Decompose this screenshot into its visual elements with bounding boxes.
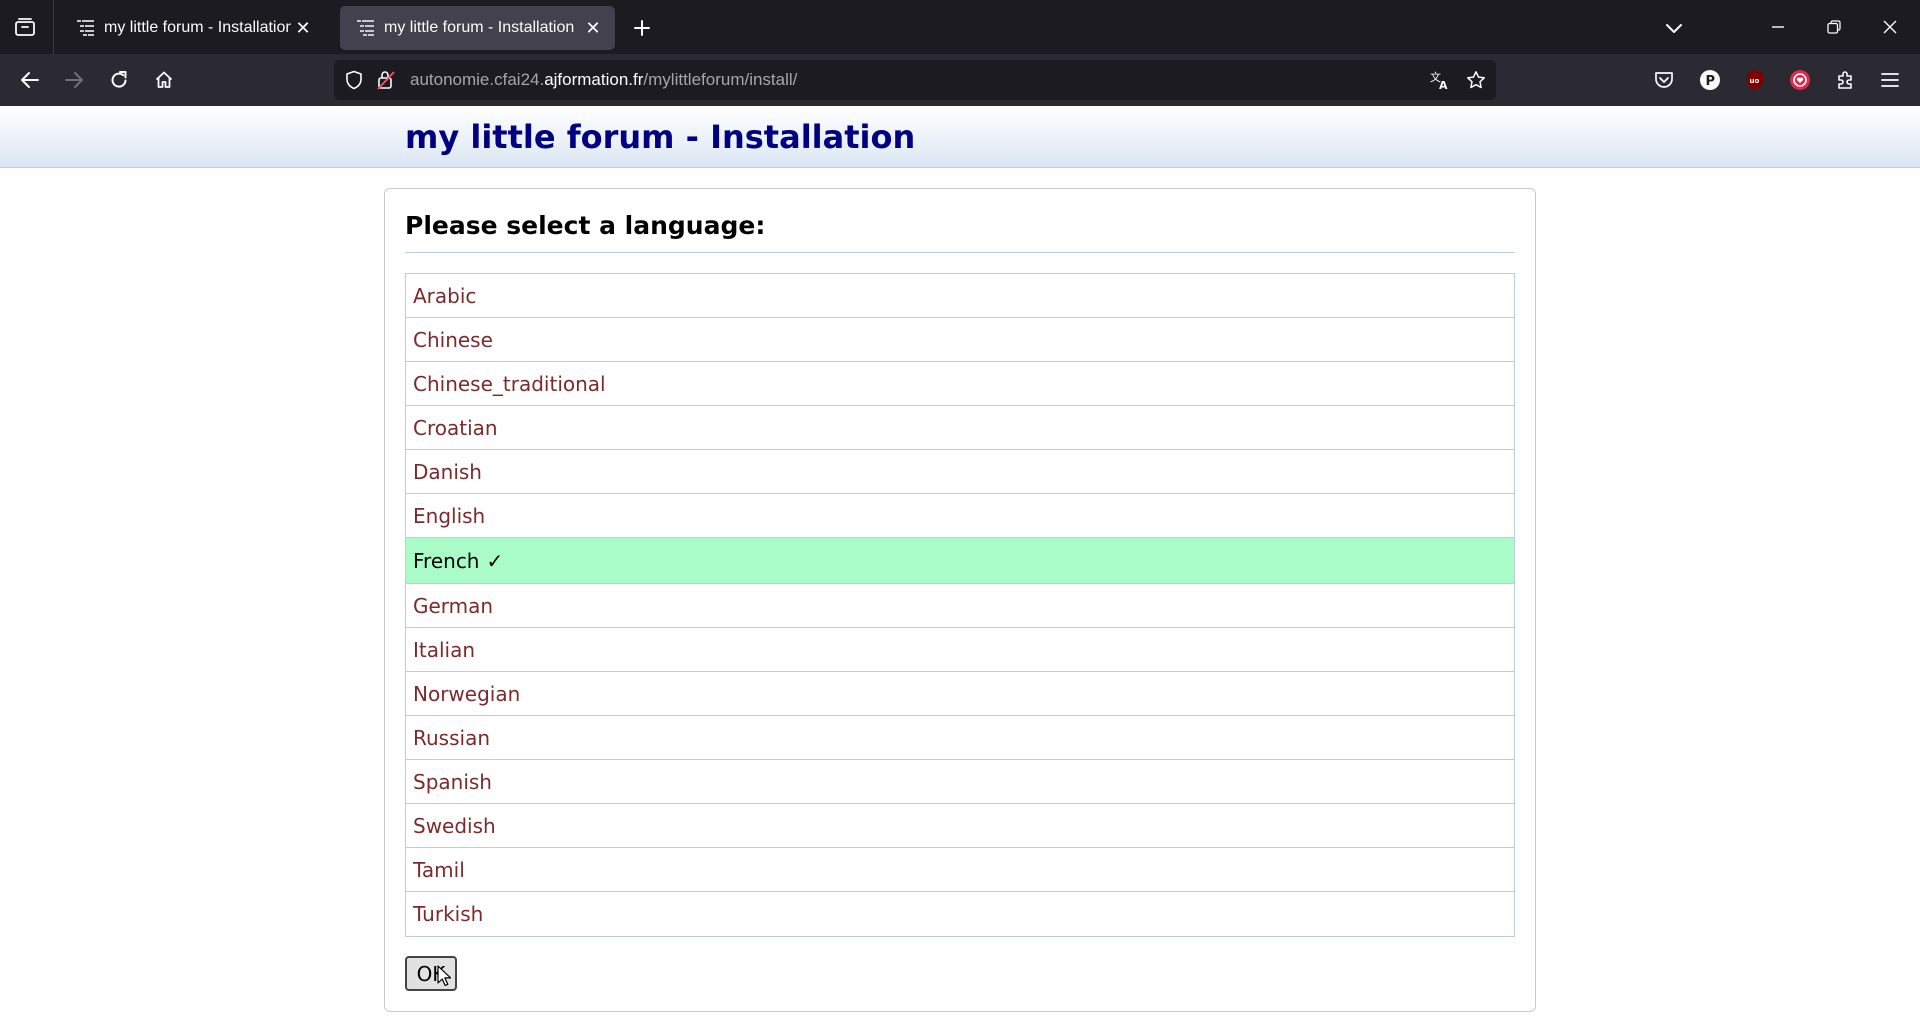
shield-icon	[346, 70, 362, 90]
app-menu-button[interactable]	[1878, 68, 1902, 92]
translate-icon: 文 A	[1430, 70, 1448, 91]
forward-button[interactable]	[56, 62, 92, 98]
language-item-spanish[interactable]: Spanish	[406, 760, 1514, 804]
language-item-turkish[interactable]: Turkish	[406, 892, 1514, 936]
language-label: Chinese	[413, 327, 493, 352]
tab-strip: my little forum - Installation ✕ my litt…	[0, 0, 1920, 54]
language-selection-panel: Please select a language: Arabic Chinese…	[384, 188, 1536, 1012]
tab-title: my little forum - Installation	[104, 19, 291, 36]
language-item-norwegian[interactable]: Norwegian	[406, 672, 1514, 716]
restore-button[interactable]	[1806, 0, 1862, 54]
svg-text:P: P	[1706, 74, 1716, 89]
language-prompt: Please select a language:	[405, 211, 766, 240]
language-label: Arabic	[413, 283, 477, 308]
mouse-cursor-icon	[437, 965, 451, 987]
translate-button[interactable]: 文 A	[1428, 68, 1452, 92]
star-icon	[1467, 71, 1485, 89]
language-label: English	[413, 503, 486, 528]
close-icon	[1883, 20, 1897, 34]
language-item-chinese[interactable]: Chinese	[406, 318, 1514, 362]
hamburger-menu-icon	[1881, 73, 1899, 87]
minimize-icon	[1772, 26, 1784, 28]
arrow-right-icon	[65, 72, 83, 88]
language-label: Norwegian	[413, 681, 521, 706]
tabs-tray-icon	[15, 18, 35, 36]
tab-close-icon[interactable]: ✕	[581, 16, 605, 40]
navigation-toolbar: autonomie.cfai24.ajformation.fr/mylittle…	[0, 54, 1920, 106]
language-item-croatian[interactable]: Croatian	[406, 406, 1514, 450]
language-label: German	[413, 593, 494, 618]
profile-extension-button[interactable]: P	[1698, 68, 1722, 92]
language-item-tamil[interactable]: Tamil	[406, 848, 1514, 892]
restore-icon	[1827, 20, 1841, 34]
plus-icon	[634, 20, 650, 36]
language-label: Chinese_traditional	[413, 371, 606, 396]
language-item-russian[interactable]: Russian	[406, 716, 1514, 760]
language-item-swedish[interactable]: Swedish	[406, 804, 1514, 848]
tab-close-icon[interactable]: ✕	[291, 16, 315, 40]
home-button[interactable]	[146, 62, 182, 98]
language-item-german[interactable]: German	[406, 584, 1514, 628]
language-list: Arabic Chinese Chinese_traditional Croat…	[405, 273, 1515, 937]
insecure-lock-icon	[377, 71, 395, 90]
language-label: Tamil	[413, 857, 465, 882]
tab-2-active[interactable]: my little forum - Installation ✕	[340, 6, 615, 50]
extensions-button[interactable]	[1834, 68, 1858, 92]
language-item-english[interactable]: English	[406, 494, 1514, 538]
ublock-origin-button[interactable]: uo	[1743, 68, 1767, 92]
ublock-shield-icon: uo	[1747, 70, 1763, 90]
arrow-left-icon	[21, 72, 39, 88]
svg-text:A: A	[1439, 79, 1448, 91]
reload-icon	[111, 71, 127, 88]
pocket-icon	[1655, 72, 1673, 88]
language-label: Turkish	[413, 902, 484, 926]
address-bar[interactable]: autonomie.cfai24.ajformation.fr/mylittle…	[334, 60, 1496, 100]
tab-1[interactable]: my little forum - Installation ✕	[60, 6, 325, 50]
pocket-button[interactable]	[1652, 68, 1676, 92]
language-label: Croatian	[413, 415, 498, 440]
language-item-french-selected[interactable]: French ✓	[406, 538, 1514, 584]
url-path: /mylittleforum/install/	[643, 70, 798, 89]
tab-title: my little forum - Installation	[384, 19, 575, 36]
language-label: Spanish	[413, 769, 492, 794]
reload-button[interactable]	[101, 62, 137, 98]
p-circle-icon: P	[1700, 70, 1720, 90]
url-host: ajformation.fr	[544, 70, 644, 89]
page-header: my little forum - Installation	[0, 106, 1920, 168]
language-label: Italian	[413, 637, 476, 662]
language-label: Danish	[413, 459, 482, 484]
back-button[interactable]	[12, 62, 48, 98]
language-item-italian[interactable]: Italian	[406, 628, 1514, 672]
url-text[interactable]: autonomie.cfai24.ajformation.fr/mylittle…	[410, 70, 797, 90]
tab-overview-button[interactable]	[8, 10, 42, 44]
svg-text:uo: uo	[1750, 77, 1760, 85]
tracking-protection-button[interactable]	[342, 68, 366, 92]
bookmark-button[interactable]	[1464, 68, 1488, 92]
url-prefix: autonomie.cfai24.	[410, 70, 545, 89]
language-item-chinese-traditional[interactable]: Chinese_traditional	[406, 362, 1514, 406]
tab-separator	[53, 0, 54, 54]
language-item-arabic[interactable]: Arabic	[406, 274, 1514, 318]
site-info-button[interactable]	[374, 68, 398, 92]
language-label: Swedish	[413, 813, 496, 838]
forum-favicon-icon	[77, 20, 94, 36]
list-all-tabs-button[interactable]	[1656, 12, 1692, 44]
home-icon	[155, 71, 173, 88]
heart-badge-icon	[1790, 70, 1810, 90]
language-item-danish[interactable]: Danish	[406, 450, 1514, 494]
new-tab-button[interactable]	[626, 12, 658, 44]
forum-favicon-icon	[357, 20, 374, 36]
extension-red-button[interactable]	[1788, 68, 1812, 92]
checkmark-icon: ✓	[486, 548, 504, 573]
close-window-button[interactable]	[1862, 0, 1918, 54]
divider	[405, 252, 1515, 253]
language-label: Russian	[413, 725, 491, 750]
language-label: French	[413, 548, 480, 573]
page-title: my little forum - Installation	[405, 118, 916, 156]
puzzle-icon	[1838, 71, 1852, 89]
chevron-down-icon	[1666, 24, 1682, 33]
minimize-button[interactable]	[1750, 0, 1806, 54]
